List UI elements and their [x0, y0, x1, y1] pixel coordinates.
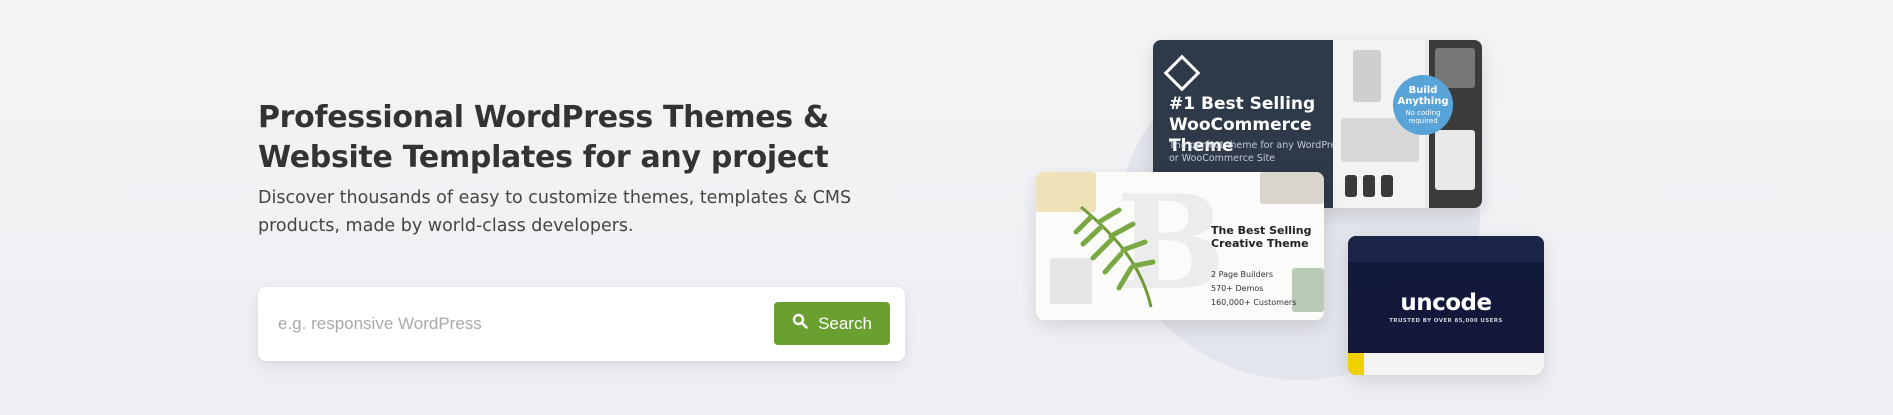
preview-accent: [1348, 353, 1364, 375]
palm-leaf-icon: [1073, 205, 1156, 308]
hero-subtext: Discover thousands of easy to customize …: [258, 188, 852, 236]
feature-item: 2 Page Builders: [1211, 270, 1274, 279]
feature-item: 160,000+ Customers: [1211, 298, 1297, 307]
badge-subtitle: No coding required: [1405, 109, 1441, 125]
theme-logo-icon: [1163, 54, 1201, 92]
search-button-label: Search: [818, 313, 872, 333]
preview-thumbnail-strip: [1348, 236, 1544, 262]
preview-thumbnail: [1260, 172, 1324, 204]
uncode-logo: uncode: [1400, 290, 1492, 316]
search-input[interactable]: [278, 307, 758, 341]
hero-section: Professional WordPress Themes & Website …: [0, 0, 1893, 415]
build-anything-badge: Build Anything No coding required: [1393, 75, 1453, 135]
preview-thumbnail-strip: [1348, 353, 1544, 375]
creative-card-features: 2 Page Builders 570+ Demos 160,000+ Cust…: [1211, 268, 1296, 310]
creative-card-title: The Best Selling Creative Theme: [1211, 224, 1312, 250]
woocommerce-card-description: The perfect theme for any WordPress or W…: [1169, 140, 1347, 164]
hero-headline: Professional WordPress Themes & Website …: [258, 100, 829, 175]
feature-item: 570+ Demos: [1211, 284, 1264, 293]
search-icon: [792, 313, 808, 334]
search-box: Search: [258, 287, 905, 361]
uncode-theme-card[interactable]: uncode TRUSTED BY OVER 85,000 USERS: [1348, 236, 1544, 375]
search-button[interactable]: Search: [774, 302, 890, 345]
creative-theme-card[interactable]: B The Best Selling Creative Theme 2 Page…: [1036, 172, 1324, 320]
preview-thumbnail: [1292, 268, 1324, 312]
badge-title: Build Anything: [1397, 85, 1449, 107]
uncode-tagline: TRUSTED BY OVER 85,000 USERS: [1389, 318, 1503, 324]
